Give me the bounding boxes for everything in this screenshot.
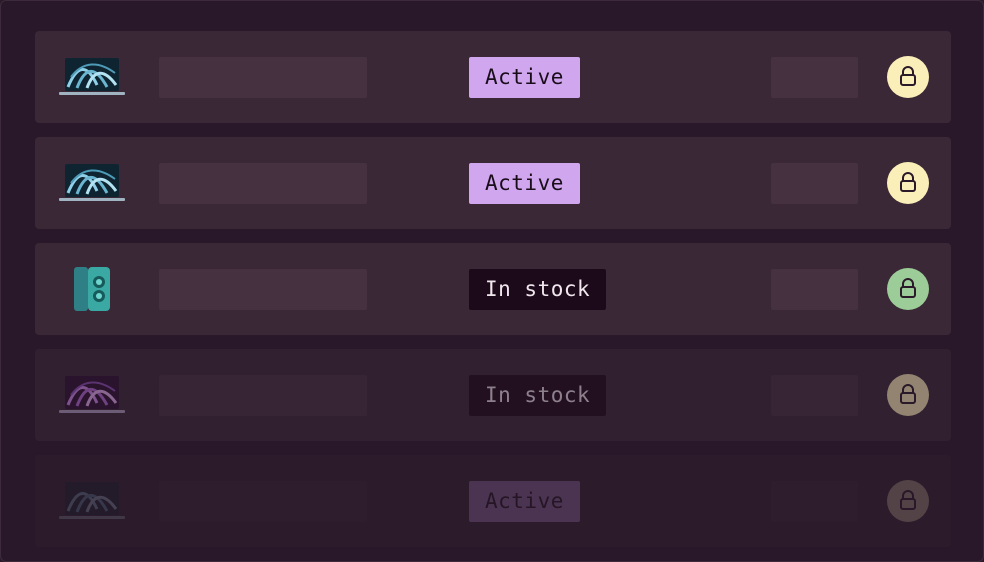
status-badge: Active [469, 481, 580, 522]
lock-icon[interactable] [887, 268, 929, 310]
price-placeholder [771, 375, 858, 416]
product-name-placeholder [159, 57, 367, 98]
lock-icon[interactable] [887, 162, 929, 204]
list-item[interactable]: In stock [35, 349, 951, 441]
price-placeholder [771, 163, 858, 204]
laptop-thumbnail [59, 155, 125, 211]
price-placeholder [771, 269, 858, 310]
status-badge: Active [469, 57, 580, 98]
laptop-thumbnail [59, 473, 125, 529]
laptop-thumbnail [59, 49, 125, 105]
laptop-thumbnail [59, 367, 125, 423]
status-badge: In stock [469, 375, 607, 416]
product-list: Active Active In stock In stock Active [35, 31, 951, 561]
status-badge: In stock [469, 269, 607, 310]
product-name-placeholder [159, 163, 367, 204]
list-item[interactable]: Active [35, 137, 951, 229]
price-placeholder [771, 57, 858, 98]
list-item[interactable]: Active [35, 31, 951, 123]
list-item[interactable]: In stock [35, 243, 951, 335]
product-name-placeholder [159, 481, 367, 522]
product-name-placeholder [159, 375, 367, 416]
lock-icon[interactable] [887, 56, 929, 98]
lock-icon[interactable] [887, 374, 929, 416]
list-item[interactable]: Active [35, 455, 951, 547]
product-list-panel: Active Active In stock In stock Active [0, 0, 984, 562]
phone-thumbnail [59, 261, 125, 317]
product-name-placeholder [159, 269, 367, 310]
price-placeholder [771, 481, 858, 522]
lock-icon[interactable] [887, 480, 929, 522]
status-badge: Active [469, 163, 580, 204]
